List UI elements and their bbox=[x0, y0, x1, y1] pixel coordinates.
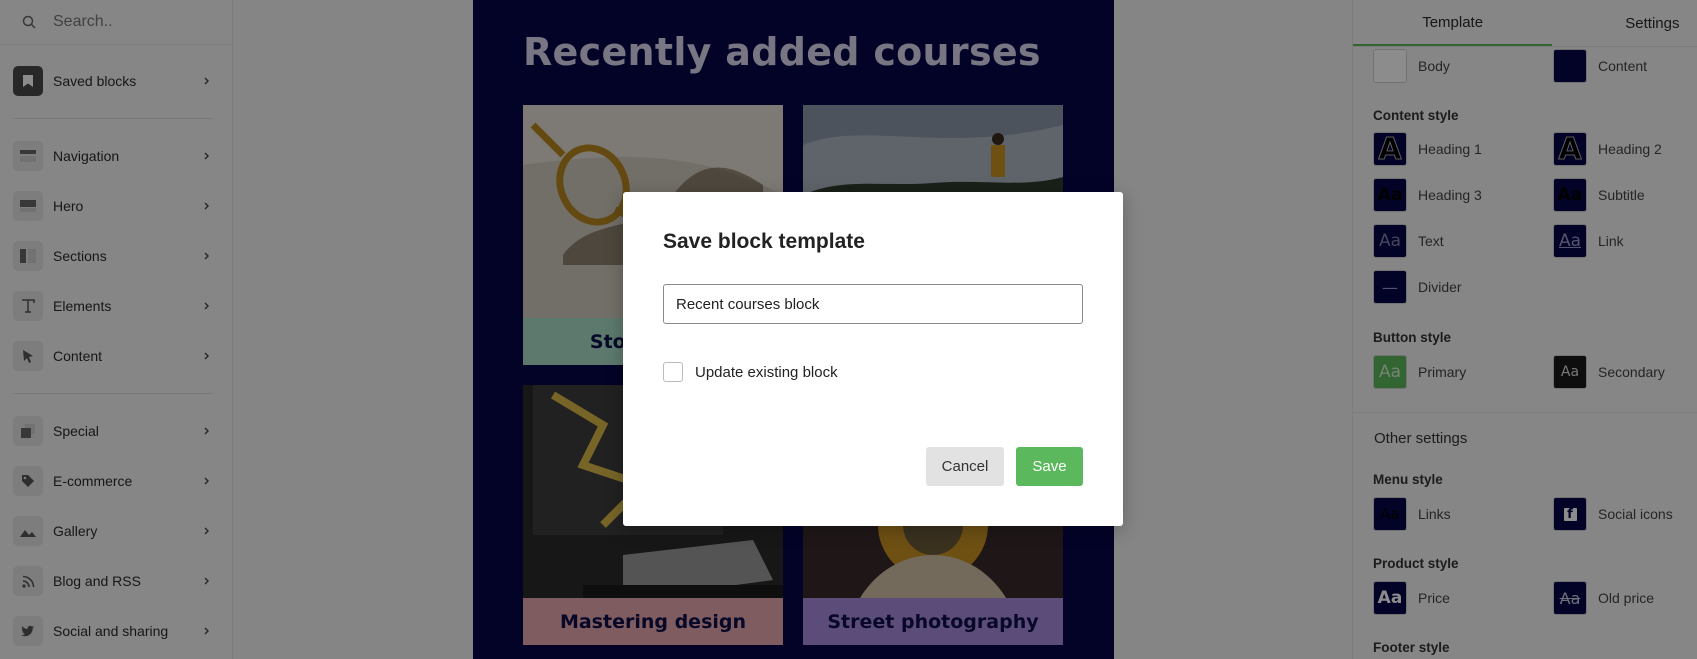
update-existing-label: Update existing block bbox=[695, 363, 838, 381]
save-button[interactable]: Save bbox=[1016, 447, 1083, 486]
template-name-input[interactable] bbox=[663, 284, 1083, 324]
update-existing-row[interactable]: Update existing block bbox=[663, 362, 838, 382]
update-existing-checkbox[interactable] bbox=[663, 362, 683, 382]
save-block-dialog: Save block template Update existing bloc… bbox=[623, 192, 1123, 526]
dialog-title: Save block template bbox=[663, 230, 865, 253]
cancel-button[interactable]: Cancel bbox=[926, 447, 1004, 486]
